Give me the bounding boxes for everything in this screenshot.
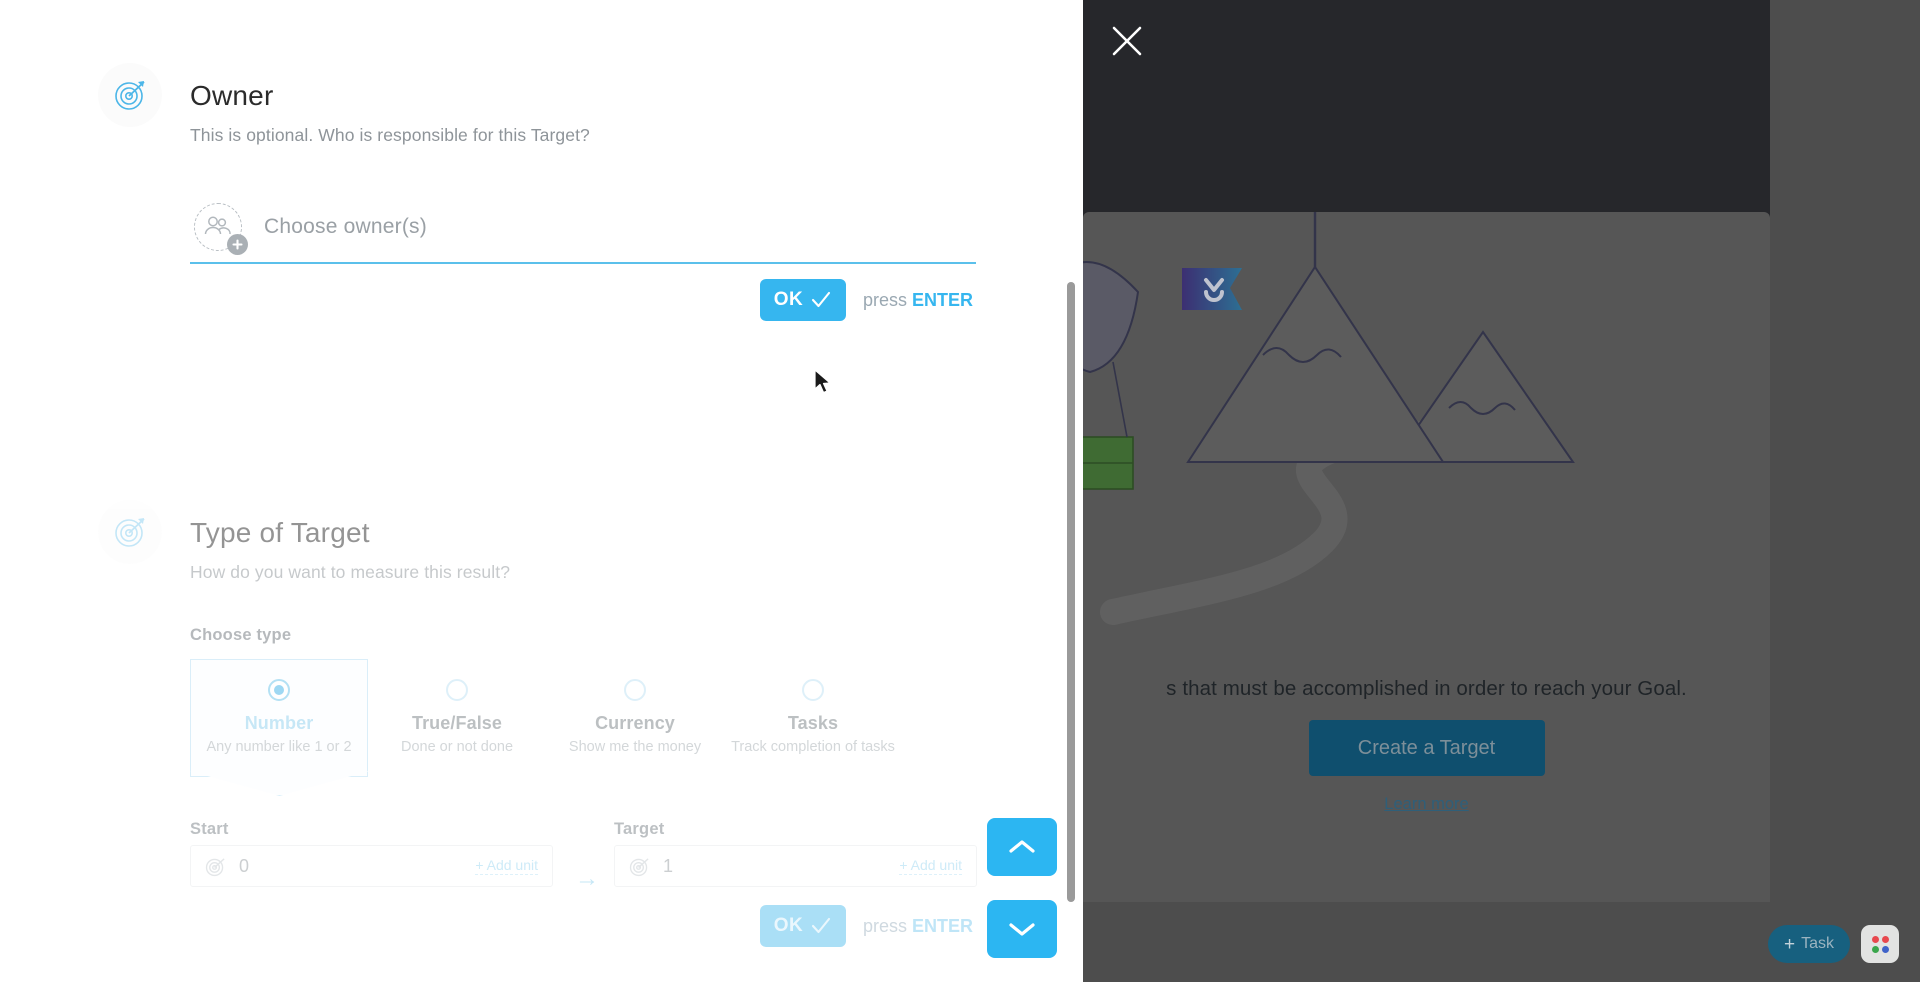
- type-option-tasks-desc: Track completion of tasks: [731, 739, 895, 755]
- type-option-tasks-label: Tasks: [787, 713, 839, 733]
- apps-grid-icon[interactable]: [1861, 925, 1899, 963]
- check-icon: [812, 917, 831, 934]
- learn-more-link[interactable]: Learn more: [1384, 795, 1468, 814]
- owner-ok-hint-prefix: press: [863, 289, 913, 310]
- type-ok-hint-prefix: press: [863, 915, 913, 936]
- owner-ok-button[interactable]: OK: [760, 279, 846, 321]
- type-option-true-false[interactable]: True/False Done or not done: [368, 665, 546, 757]
- type-ok-hint: press ENTER: [863, 916, 973, 937]
- owner-confirm-row: OK press ENTER: [760, 279, 973, 321]
- start-input[interactable]: 0 + Add unit: [190, 845, 553, 887]
- owner-ok-hint-key: ENTER: [912, 289, 974, 310]
- type-option-currency-desc: Show me the money: [568, 739, 702, 755]
- close-icon[interactable]: [1104, 18, 1150, 64]
- start-field-label: Start: [190, 820, 229, 838]
- start-add-unit-link[interactable]: + Add unit: [475, 857, 538, 876]
- type-ok-label: OK: [773, 915, 804, 936]
- target-icon: [98, 63, 162, 127]
- type-of-target-title: Type of Target: [190, 517, 370, 548]
- type-option-true-false-desc: Done or not done: [400, 739, 514, 755]
- empty-state-description: s that must be accomplished in order to …: [1166, 677, 1687, 700]
- type-option-currency-label: Currency: [595, 713, 675, 733]
- type-option-true-false-label: True/False: [411, 713, 503, 733]
- check-icon: [812, 291, 831, 308]
- panel-scrollbar[interactable]: [1067, 282, 1075, 902]
- radio-number[interactable]: [268, 679, 290, 701]
- type-option-number-label: Number: [244, 713, 314, 733]
- add-people-icon: [194, 203, 248, 255]
- type-confirm-row: OK press ENTER: [760, 905, 973, 947]
- target-input-value: 1: [663, 855, 674, 876]
- radio-true-false[interactable]: [446, 679, 468, 701]
- add-task-label: Task: [1801, 935, 1834, 952]
- chevron-down-icon[interactable]: [987, 900, 1057, 958]
- type-option-currency[interactable]: Currency Show me the money: [546, 665, 724, 757]
- type-options-group: Number Any number like 1 or 2 True/False…: [190, 659, 950, 795]
- plus-icon: +: [1783, 933, 1796, 955]
- screen: s that must be accomplished in order to …: [0, 0, 1920, 982]
- choose-type-label: Choose type: [190, 626, 292, 644]
- type-option-number-desc: Any number like 1 or 2: [206, 739, 352, 755]
- radio-tasks[interactable]: [802, 679, 824, 701]
- type-option-number[interactable]: Number Any number like 1 or 2: [190, 659, 368, 777]
- target-input[interactable]: 1 + Add unit: [614, 845, 977, 887]
- target-wizard-panel: Owner This is optional. Who is responsib…: [0, 0, 1083, 982]
- create-target-button[interactable]: Create a Target: [1308, 720, 1545, 776]
- target-icon: [98, 500, 162, 564]
- owner-ok-hint: press ENTER: [863, 290, 973, 311]
- owner-ok-label: OK: [773, 289, 804, 310]
- page-title: Owner: [190, 80, 274, 111]
- owner-subtitle: This is optional. Who is responsible for…: [190, 125, 590, 145]
- add-task-button[interactable]: + Task: [1768, 925, 1850, 963]
- owner-input-placeholder: Choose owner(s): [264, 215, 427, 238]
- app-right-gutter: [1770, 0, 1920, 982]
- start-input-value: 0: [239, 855, 250, 876]
- owner-input[interactable]: Choose owner(s): [190, 192, 976, 264]
- type-ok-hint-key: ENTER: [912, 915, 974, 936]
- target-add-unit-link[interactable]: + Add unit: [899, 857, 962, 876]
- type-ok-button[interactable]: OK: [760, 905, 846, 947]
- arrow-icon: →: [575, 865, 599, 892]
- add-badge-icon: [227, 234, 248, 255]
- type-of-target-subtitle: How do you want to measure this result?: [190, 562, 511, 582]
- chevron-up-icon[interactable]: [987, 818, 1057, 876]
- radio-currency[interactable]: [624, 679, 646, 701]
- target-icon: [205, 857, 225, 876]
- target-icon: [629, 857, 649, 876]
- type-option-tasks[interactable]: Tasks Track completion of tasks: [724, 665, 902, 757]
- target-field-label: Target: [614, 820, 665, 838]
- flag-icon: [1182, 268, 1242, 310]
